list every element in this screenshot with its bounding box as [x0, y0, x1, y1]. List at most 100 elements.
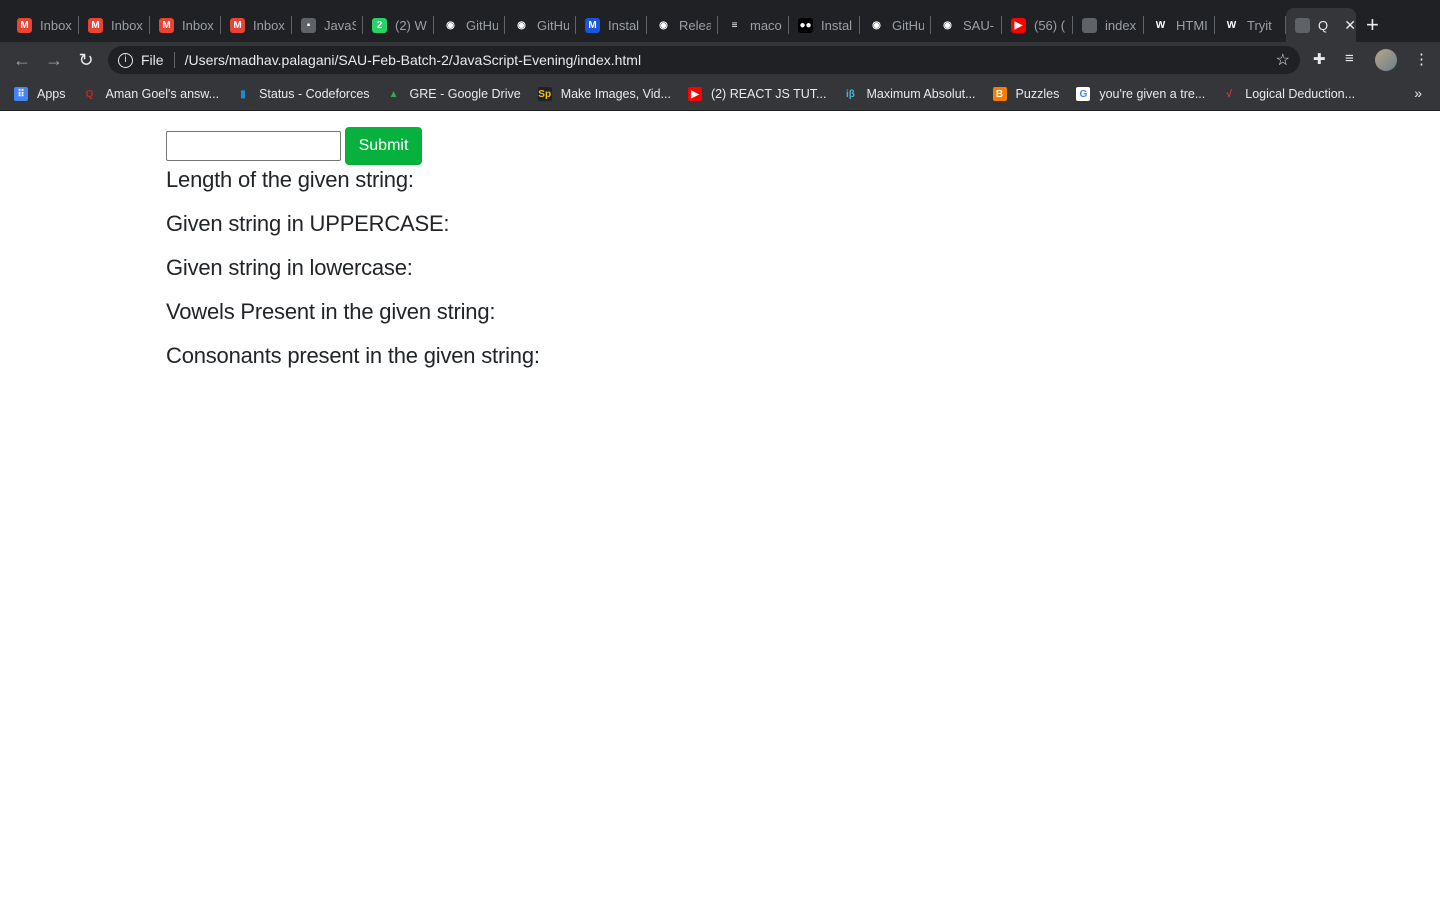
tab[interactable]: W Tryit — [1215, 8, 1286, 42]
tab[interactable]: ◉ GitHu — [505, 8, 576, 42]
bookmark-label: you're given a tre... — [1099, 87, 1206, 101]
tab-title: SAU- — [963, 17, 995, 33]
url-text[interactable]: /Users/madhav.palagani/SAU-Feb-Batch-2/J… — [185, 52, 642, 68]
bookmark-label: GRE - Google Drive — [409, 87, 521, 101]
tab-title: Inbox — [111, 17, 143, 33]
avatar[interactable] — [1375, 49, 1397, 71]
bookmark-item[interactable]: ▲ GRE - Google Drive — [387, 87, 521, 101]
gmail-icon: M — [159, 17, 174, 33]
bookmark-label: Status - Codeforces — [259, 87, 370, 101]
stackoverflow-icon: ≡ — [727, 17, 742, 33]
new-tab-button[interactable]: + — [1366, 12, 1379, 38]
tab-title: Inbox — [182, 17, 214, 33]
bookmark-item[interactable]: B Puzzles — [992, 87, 1059, 101]
vowels-result: Vowels Present in the given string: — [166, 299, 496, 324]
tab-title: Instal — [608, 17, 640, 33]
globe-icon — [1295, 17, 1310, 33]
menu-kebab-icon[interactable]: ⋮ — [1414, 50, 1429, 68]
bookmark-item[interactable]: iβ Maximum Absolut... — [843, 87, 976, 101]
string-input[interactable] — [166, 131, 341, 161]
tab-title: Inbox — [253, 17, 285, 33]
length-result: Length of the given string: — [166, 167, 414, 192]
info-icon[interactable]: i — [118, 52, 133, 68]
consonants-result: Consonants present in the given string: — [166, 343, 540, 368]
bookmark-item[interactable]: √ Logical Deduction... — [1222, 87, 1356, 101]
page-content: Submit Length of the given string: Given… — [0, 111, 1440, 369]
address-bar[interactable]: i File /Users/madhav.palagani/SAU-Feb-Ba… — [108, 46, 1300, 74]
tab-title: GitHu — [892, 17, 924, 33]
tab[interactable]: ≡ maco — [718, 8, 789, 42]
bookmark-item[interactable]: ⠿ Apps — [14, 87, 66, 101]
tab-title: GitHu — [537, 17, 569, 33]
bookmark-label: Logical Deduction... — [1245, 87, 1356, 101]
medium-icon: ●● — [798, 17, 813, 33]
indiabix-icon: √ — [1226, 88, 1233, 100]
divider — [173, 52, 175, 68]
extensions-icon[interactable]: ✚ — [1313, 50, 1326, 68]
tab-title: GitHu — [466, 17, 498, 33]
globe-icon — [1082, 17, 1097, 33]
github-icon: ◉ — [869, 17, 884, 33]
bookmark-item[interactable]: ▮ Status - Codeforces — [236, 87, 369, 101]
tab[interactable]: ▪ JavaS — [292, 8, 363, 42]
gmail-icon: M — [230, 17, 245, 33]
quora-icon: Q — [85, 88, 94, 100]
tab[interactable]: W HTMI — [1144, 8, 1215, 42]
github-icon: ◉ — [656, 17, 671, 33]
tab-title: (56) ( — [1034, 17, 1066, 33]
submit-button[interactable]: Submit — [345, 127, 422, 165]
bookmark-label: Aman Goel's answ... — [105, 87, 220, 101]
gmail-icon: M — [17, 17, 32, 33]
tab[interactable]: M Inbox — [221, 8, 292, 42]
tab[interactable]: ◉ GitHu — [434, 8, 505, 42]
youtube-icon: ▶ — [687, 87, 702, 101]
tab[interactable]: M Inbox — [150, 8, 221, 42]
tab[interactable]: ▶ (56) ( — [1002, 8, 1073, 42]
tab-title: (2) W — [395, 17, 427, 33]
bookmark-item[interactable]: Gyou're given a tre... — [1076, 87, 1205, 101]
tab[interactable]: M Inbox — [8, 8, 79, 42]
reload-icon[interactable]: ↻ — [70, 50, 102, 71]
github-icon: ◉ — [443, 17, 458, 33]
bookmark-star-icon[interactable]: ☆ — [1276, 50, 1290, 70]
more-bookmarks-icon[interactable]: » — [1414, 85, 1422, 101]
tab-title: Q — [1318, 17, 1329, 33]
tab[interactable]: ◉ GitHu — [860, 8, 931, 42]
tab-title: JavaS — [324, 17, 356, 33]
tab-title: index — [1105, 17, 1137, 33]
lowercase-result: Given string in lowercase: — [166, 255, 413, 280]
tab-title: maco — [750, 17, 782, 33]
google-icon: G — [1076, 87, 1091, 101]
gmail-icon: M — [88, 17, 103, 33]
uppercase-result: Given string in UPPERCASE: — [166, 211, 450, 236]
apps-icon: ⠿ — [14, 87, 28, 101]
forward-icon[interactable]: → — [38, 50, 70, 71]
tab[interactable]: ◉ Relea — [647, 8, 718, 42]
scheme-label: File — [141, 52, 164, 68]
bookmark-item[interactable]: Sp Make Images, Vid... — [537, 87, 671, 101]
adobe-spark-icon: Sp — [537, 87, 552, 101]
tab[interactable]: ◉ SAU- — [931, 8, 1002, 42]
tab[interactable]: Q ✕ — [1286, 8, 1356, 42]
media-playlist-icon[interactable]: ≡ — [1345, 50, 1354, 67]
m-logo-icon: M — [585, 17, 600, 33]
tab[interactable]: 2 (2) W — [363, 8, 434, 42]
bookmark-label: Make Images, Vid... — [560, 87, 671, 101]
bookmark-item[interactable]: Q Aman Goel's answ... — [83, 87, 220, 101]
tab-title: Tryit — [1247, 17, 1272, 33]
browser-toolbar: ← → ↻ i File /Users/madhav.palagani/SAU-… — [0, 42, 1440, 78]
close-tab-icon[interactable]: ✕ — [1344, 17, 1356, 34]
blogger-icon: B — [992, 87, 1007, 101]
tab[interactable]: index — [1073, 8, 1144, 42]
w3schools-icon: W — [1224, 17, 1239, 33]
w3schools-icon: W — [1153, 17, 1168, 33]
bookmark-item[interactable]: ▶ (2) REACT JS TUT... — [687, 87, 827, 101]
tab[interactable]: ●● Instal — [789, 8, 860, 42]
back-icon[interactable]: ← — [6, 50, 38, 71]
tab-title: Inbox — [40, 17, 72, 33]
tab-title: Instal — [821, 17, 853, 33]
tab[interactable]: M Inbox — [79, 8, 150, 42]
bookmarks-bar: ⠿ Apps Q Aman Goel's answ... ▮ Status - Codef… — [0, 78, 1440, 111]
bookmark-label: (2) REACT JS TUT... — [710, 87, 827, 101]
tab[interactable]: M Instal — [576, 8, 647, 42]
